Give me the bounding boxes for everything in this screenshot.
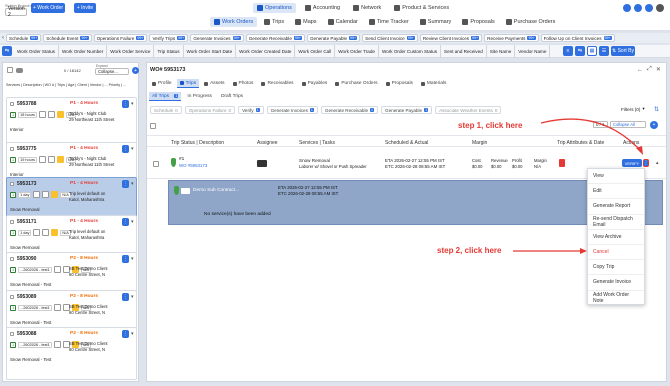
arrow-step1 <box>540 118 641 151</box>
arrowhead-step2 <box>580 248 587 254</box>
annotation-arrows <box>513 118 643 254</box>
